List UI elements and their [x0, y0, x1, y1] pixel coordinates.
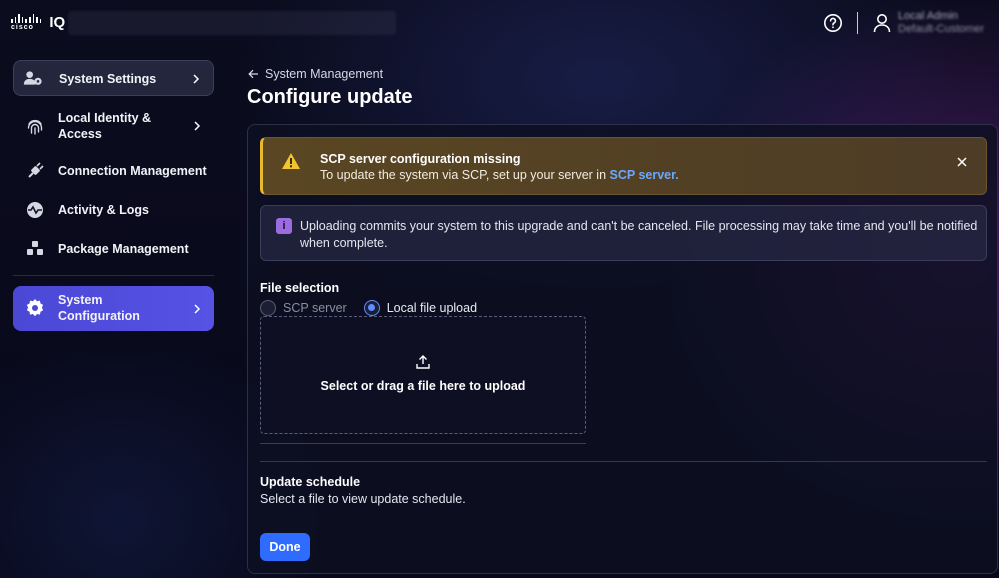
- sidebar-item-connection-management[interactable]: Connection Management: [13, 160, 214, 182]
- file-source-radio-group: SCP server Local file upload: [260, 300, 477, 316]
- dropzone-text: Select or drag a file here to upload: [320, 379, 526, 393]
- chevron-right-icon: [193, 74, 200, 84]
- sidebar-item-label: Local Identity & Access: [58, 111, 152, 141]
- sidebar-item-label: Package Management: [58, 242, 189, 256]
- warning-banner: SCP server configuration missing To upda…: [260, 137, 987, 195]
- upload-icon: [416, 355, 430, 369]
- dropzone-divider: [260, 443, 586, 444]
- info-icon: i: [276, 218, 292, 234]
- page-title: Configure update: [247, 86, 413, 108]
- sidebar-item-label: System Settings: [59, 72, 157, 86]
- warning-text: To update the system via SCP, set up you…: [320, 168, 679, 182]
- scp-server-link[interactable]: SCP server.: [610, 168, 679, 182]
- sidebar-item-label: Activity & Logs: [58, 203, 149, 217]
- user-name: Local Admin: [898, 10, 958, 22]
- radio-scp-server[interactable]: [260, 300, 276, 316]
- sidebar-item-system-configuration[interactable]: System Configuration: [13, 286, 214, 331]
- update-card: SCP server configuration missing To upda…: [247, 124, 998, 574]
- radio-local-file-upload[interactable]: [363, 300, 380, 316]
- section-divider: [260, 461, 987, 462]
- warning-title: SCP server configuration missing: [320, 152, 521, 166]
- back-link-label: System Management: [265, 67, 384, 81]
- radio-label-scp-server[interactable]: SCP server: [283, 301, 347, 315]
- blurred-header-region: [68, 11, 396, 35]
- sidebar-divider: [13, 275, 214, 276]
- user-settings-icon: [23, 68, 43, 88]
- file-selection-label: File selection: [260, 281, 340, 295]
- sidebar-item-system-settings[interactable]: System Settings: [13, 60, 214, 96]
- sidebar-item-activity-logs[interactable]: Activity & Logs: [13, 199, 214, 221]
- user-org: Default-Customer: [898, 23, 985, 35]
- warning-icon: [282, 153, 300, 169]
- sidebar-item-package-management[interactable]: Package Management: [13, 238, 214, 260]
- user-icon[interactable]: [873, 13, 891, 33]
- top-bar: cisco IQ Local Admin Default-Customer: [0, 0, 999, 46]
- update-schedule-text: Select a file to view update schedule.: [260, 492, 466, 506]
- update-schedule-label: Update schedule: [260, 475, 361, 489]
- help-icon[interactable]: [823, 13, 843, 33]
- sidebar-item-label: System Configuration: [58, 293, 140, 323]
- radio-label-local-file-upload[interactable]: Local file upload: [387, 301, 477, 315]
- arrow-left-icon: [248, 69, 258, 79]
- info-banner: i Uploading commits your system to this …: [260, 205, 987, 261]
- done-button[interactable]: Done: [260, 533, 310, 561]
- sidebar: System Settings Local Identity & Access …: [0, 50, 230, 578]
- cisco-logo[interactable]: cisco IQ: [11, 14, 65, 31]
- product-name: IQ: [49, 14, 66, 31]
- gear-icon: [25, 298, 45, 318]
- user-menu[interactable]: Local Admin Default-Customer: [898, 10, 984, 36]
- fingerprint-icon: [25, 117, 45, 137]
- info-text: Uploading commits your system to this up…: [300, 219, 978, 250]
- sidebar-item-local-identity[interactable]: Local Identity & Access: [13, 108, 214, 144]
- file-dropzone[interactable]: Select or drag a file here to upload: [260, 316, 586, 434]
- plug-icon: [25, 161, 45, 181]
- header-divider: [857, 12, 858, 34]
- pulse-icon: [25, 200, 45, 220]
- cisco-wordmark: cisco: [11, 14, 42, 31]
- packages-icon: [25, 239, 45, 259]
- close-icon[interactable]: [956, 156, 968, 168]
- chevron-right-icon: [194, 121, 201, 131]
- back-link[interactable]: System Management: [248, 67, 383, 81]
- sidebar-item-label: Connection Management: [58, 164, 207, 178]
- chevron-right-icon: [194, 304, 201, 314]
